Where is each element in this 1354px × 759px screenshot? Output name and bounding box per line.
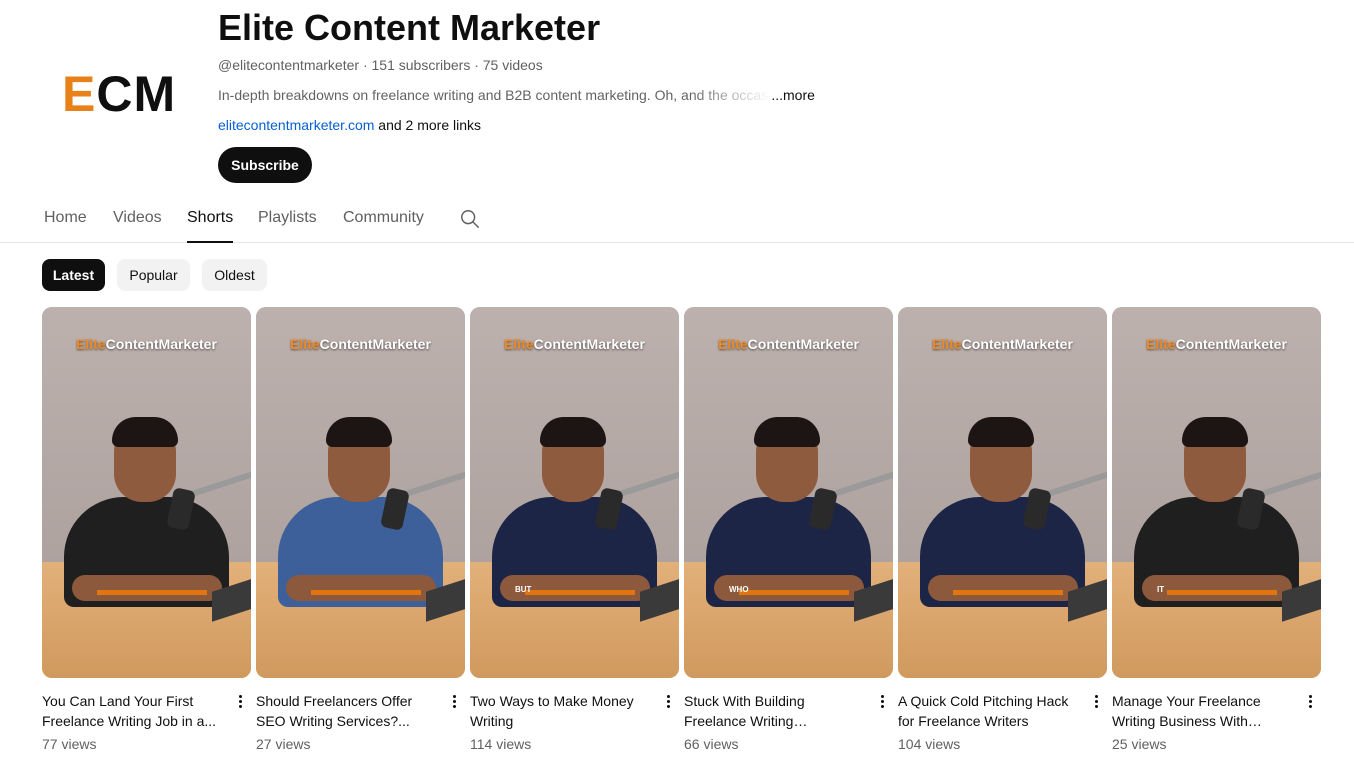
subscribe-button[interactable]: Subscribe [218, 147, 312, 183]
tab-community[interactable]: Community [343, 206, 424, 243]
caption-bar [525, 590, 635, 595]
thumbnail-person-hair [540, 417, 606, 447]
thumbnail-person-hair [326, 417, 392, 447]
thumbnail-brand-overlay: EliteContentMarketer [76, 336, 217, 352]
channel-tabs: Home Videos Shorts Playlists Community [0, 196, 1354, 243]
short-title[interactable]: A Quick Cold Pitching Hack for Freelance… [898, 691, 1078, 731]
short-card[interactable]: EliteContentMarketer A Quick Cold Pitchi… [898, 307, 1107, 757]
thumbnail-person-arms [286, 575, 436, 601]
caption-bar [739, 590, 849, 595]
short-title[interactable]: Should Freelancers Offer SEO Writing Ser… [256, 691, 436, 731]
channel-website-link[interactable]: elitecontentmarketer.com [218, 117, 374, 133]
thumbnail-brand-overlay: EliteContentMarketer [290, 336, 431, 352]
chip-latest[interactable]: Latest [42, 259, 105, 291]
description-more-link[interactable]: ...more [771, 87, 815, 103]
thumbnail-person-arms [1142, 575, 1292, 601]
thumbnail-person-hair [968, 417, 1034, 447]
tab-home[interactable]: Home [44, 206, 87, 243]
caption-bar [97, 590, 207, 595]
short-thumbnail[interactable]: IT EliteContentMarketer [1112, 307, 1321, 678]
short-thumbnail[interactable]: EliteContentMarketer [42, 307, 251, 678]
more-options-icon[interactable] [446, 693, 462, 713]
short-views: 77 views [42, 736, 97, 752]
thumbnail-person-hair [112, 417, 178, 447]
caption-bar [953, 590, 1063, 595]
more-options-icon[interactable] [874, 693, 890, 713]
channel-title: Elite Content Marketer [218, 7, 601, 48]
short-views: 104 views [898, 736, 961, 752]
thumbnail-caption: BUT [515, 585, 532, 594]
channel-description[interactable]: In-depth breakdowns on freelance writing… [218, 86, 838, 104]
more-options-icon[interactable] [1302, 693, 1318, 713]
chip-popular[interactable]: Popular [117, 259, 190, 291]
channel-links: elitecontentmarketer.com and 2 more link… [218, 116, 481, 134]
thumbnail-person-hair [1182, 417, 1248, 447]
more-options-icon[interactable] [1088, 693, 1104, 713]
short-card[interactable]: IT EliteContentMarketer Manage Your Free… [1112, 307, 1321, 757]
thumbnail-caption: WHO [729, 585, 749, 594]
tab-playlists[interactable]: Playlists [258, 206, 317, 243]
thumbnail-person-arms [72, 575, 222, 601]
tab-shorts[interactable]: Shorts [187, 206, 234, 243]
short-card[interactable]: WHO EliteContentMarketer Stuck With Buil… [684, 307, 893, 757]
short-views: 114 views [470, 736, 532, 752]
short-title[interactable]: Manage Your Freelance Writing Business W… [1112, 691, 1292, 731]
thumbnail-brand-overlay: EliteContentMarketer [504, 336, 645, 352]
more-options-icon[interactable] [232, 693, 248, 713]
thumbnail-person-arms [928, 575, 1078, 601]
short-views: 27 views [256, 736, 311, 752]
short-title[interactable]: Two Ways to Make Money Writing [470, 691, 650, 731]
tab-videos[interactable]: Videos [113, 206, 162, 243]
short-views: 66 views [684, 736, 739, 752]
short-title[interactable]: You Can Land Your First Freelance Writin… [42, 691, 222, 731]
thumbnail-brand-overlay: EliteContentMarketer [1146, 336, 1287, 352]
short-card[interactable]: EliteContentMarketer Should Freelancers … [256, 307, 465, 757]
short-views: 25 views [1112, 736, 1167, 752]
channel-description-text: In-depth breakdowns on freelance writing… [218, 87, 772, 103]
thumbnail-caption: IT [1157, 585, 1165, 594]
short-thumbnail[interactable]: BUT EliteContentMarketer [470, 307, 679, 678]
thumbnail-person-hair [754, 417, 820, 447]
thumbnail-brand-overlay: EliteContentMarketer [718, 336, 859, 352]
search-icon[interactable] [459, 208, 481, 230]
caption-bar [1167, 590, 1277, 595]
channel-meta: @elitecontentmarketer · 151 subscribers … [218, 57, 543, 73]
more-links-text[interactable]: and 2 more links [374, 117, 481, 133]
caption-bar [311, 590, 421, 595]
short-thumbnail[interactable]: EliteContentMarketer [256, 307, 465, 678]
more-options-icon[interactable] [660, 693, 676, 713]
short-thumbnail[interactable]: WHO EliteContentMarketer [684, 307, 893, 678]
short-card[interactable]: BUT EliteContentMarketer Two Ways to Mak… [470, 307, 679, 757]
short-card[interactable]: EliteContentMarketer You Can Land Your F… [42, 307, 251, 757]
logo-letters-cm: CM [96, 66, 177, 122]
short-title[interactable]: Stuck With Building Freelance Writing Po… [684, 691, 864, 731]
logo-letter-e: E [62, 66, 97, 122]
thumbnail-brand-overlay: EliteContentMarketer [932, 336, 1073, 352]
channel-avatar-logo: ECM [62, 68, 182, 120]
short-thumbnail[interactable]: EliteContentMarketer [898, 307, 1107, 678]
chip-oldest[interactable]: Oldest [202, 259, 267, 291]
